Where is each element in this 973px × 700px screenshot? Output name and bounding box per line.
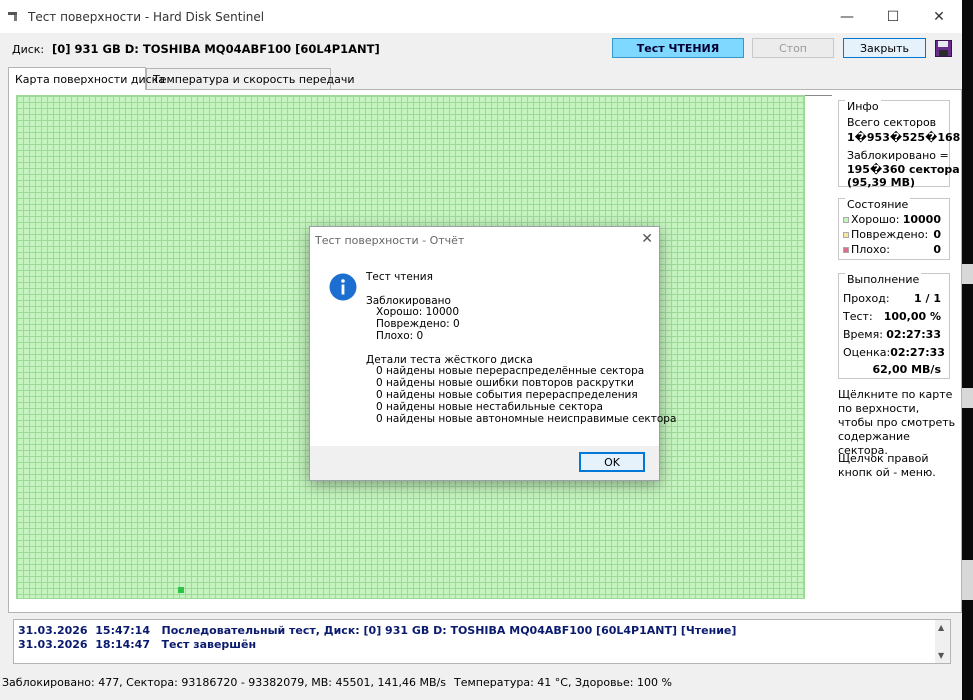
read-test-button[interactable]: Тест ЧТЕНИЯ [612, 38, 744, 58]
close-button[interactable]: Закрыть [843, 38, 926, 58]
ok-button[interactable]: OK [579, 452, 645, 472]
progress-title: Выполнение [845, 273, 922, 286]
maximize-icon: ☐ [886, 8, 900, 25]
info-title: Инфо [845, 100, 881, 113]
good-label: Хорошо: [851, 213, 900, 226]
time-row: Время: 02:27:33 [843, 328, 941, 341]
log-entry: 31.03.2026 18:14:47 Тест завершён [18, 638, 257, 651]
pass-label: Проход: [843, 292, 890, 305]
test-row: Тест: 100,00 % [843, 310, 941, 323]
left-click-hint: Щёлкните по карте по верхности, чтобы пр… [838, 388, 956, 457]
window-title: Тест поверхности - Hard Disk Sentinel [28, 10, 265, 24]
dialog-title-bar[interactable]: Тест поверхности - Отчёт ✕ [310, 227, 659, 253]
blocked-size: (95,39 MB) [847, 176, 916, 189]
state-good-row: Хорошо: 10000 [843, 213, 941, 226]
title-bar[interactable]: Тест поверхности - Hard Disk Sentinel — … [0, 0, 962, 33]
blocked-sectors: 195�360 сектора [847, 163, 960, 176]
log-scrollbar[interactable]: ▲ ▼ [935, 620, 950, 663]
speed-row: 62,00 MB/s [843, 363, 941, 376]
save-button[interactable] [934, 38, 953, 58]
scroll-down-icon[interactable]: ▼ [938, 651, 944, 660]
status-health: Температура: 41 °C, Здоровье: 100 % [454, 676, 672, 689]
dialog-title: Тест поверхности - Отчёт [315, 234, 465, 247]
hard-disk-icon [8, 12, 17, 21]
close-window-button[interactable]: ✕ [916, 0, 962, 33]
floppy-disk-icon [935, 39, 952, 57]
bad-label: Плохо: [851, 243, 890, 256]
good-value: 10000 [902, 213, 941, 226]
status-bar: Заблокировано: 477, Сектора: 93186720 - … [0, 673, 962, 691]
tab-temperature-speed[interactable]: Температура и скорость передачи [146, 68, 355, 90]
stop-button[interactable]: Стоп [752, 38, 834, 58]
background-window-edge [962, 0, 973, 700]
test-label: Тест: [843, 310, 873, 323]
right-click-hint: Щелчок правой кнопк ой - меню. [838, 452, 936, 479]
time-label: Время: [843, 328, 883, 341]
pass-value: 1 / 1 [914, 292, 941, 305]
estimate-value: 02:27:33 [890, 346, 945, 359]
damaged-swatch [843, 232, 849, 238]
disk-label: Диск: [12, 43, 45, 56]
report-dialog: Тест поверхности - Отчёт ✕ Тест чтения З… [309, 226, 676, 481]
blocked-label: Заблокировано = [847, 149, 949, 162]
info-icon [329, 273, 357, 301]
total-sectors-value: 1�953�525�168 [847, 131, 961, 144]
speed-value: 62,00 MB/s [872, 363, 941, 376]
pass-row: Проход: 1 / 1 [843, 292, 941, 305]
state-title: Состояние [845, 198, 911, 211]
state-group: Состояние Хорошо: 10000 Повреждено: 0 Пл… [838, 198, 950, 260]
minimize-button[interactable]: — [824, 0, 870, 33]
surface-divider [805, 95, 832, 96]
minimize-icon: — [840, 8, 854, 25]
damaged-value: 0 [933, 228, 941, 241]
scroll-up-icon[interactable]: ▲ [938, 623, 944, 632]
maximize-button[interactable]: ☐ [870, 0, 916, 33]
damaged-label: Повреждено: [851, 228, 929, 241]
dialog-body: Тест чтения Заблокировано Хорошо: 10000 … [310, 253, 676, 446]
state-bad-row: Плохо: 0 [843, 243, 941, 256]
tab-surface-map[interactable]: Карта поверхности диска [8, 67, 165, 90]
progress-group: Выполнение Проход: 1 / 1 Тест: 100,00 % Вр… [838, 273, 950, 379]
state-damaged-row: Повреждено: 0 [843, 228, 941, 241]
disk-name: [0] 931 GB D: TOSHIBA MQ04ABF100 [60L4P1… [52, 42, 380, 56]
info-group: Инфо Всего секторов 1�953�525�168 Заблок… [838, 100, 960, 189]
close-icon: ✕ [933, 8, 945, 25]
estimate-label: Оценка: [843, 346, 891, 359]
bad-value: 0 [933, 243, 941, 256]
toolbar: Диск: [0] 931 GB D: TOSHIBA MQ04ABF100 [… [0, 36, 962, 64]
log-entry: 31.03.2026 15:47:14 Последовательный тес… [18, 624, 737, 637]
event-log[interactable]: 31.03.2026 15:47:14 Последовательный тес… [13, 619, 951, 664]
read-block-marker [178, 587, 184, 593]
close-icon[interactable]: ✕ [641, 231, 653, 247]
status-blocks: Заблокировано: 477, Сектора: 93186720 - … [2, 676, 446, 689]
bad-swatch [843, 247, 849, 253]
estimate-row: Оценка: 02:27:33 [843, 346, 945, 359]
time-value: 02:27:33 [886, 328, 941, 341]
good-swatch [843, 217, 849, 223]
total-sectors-label: Всего секторов [847, 116, 937, 129]
test-value: 100,00 % [883, 310, 941, 323]
dialog-message: Тест чтения Заблокировано Хорошо: 10000 … [366, 271, 677, 425]
